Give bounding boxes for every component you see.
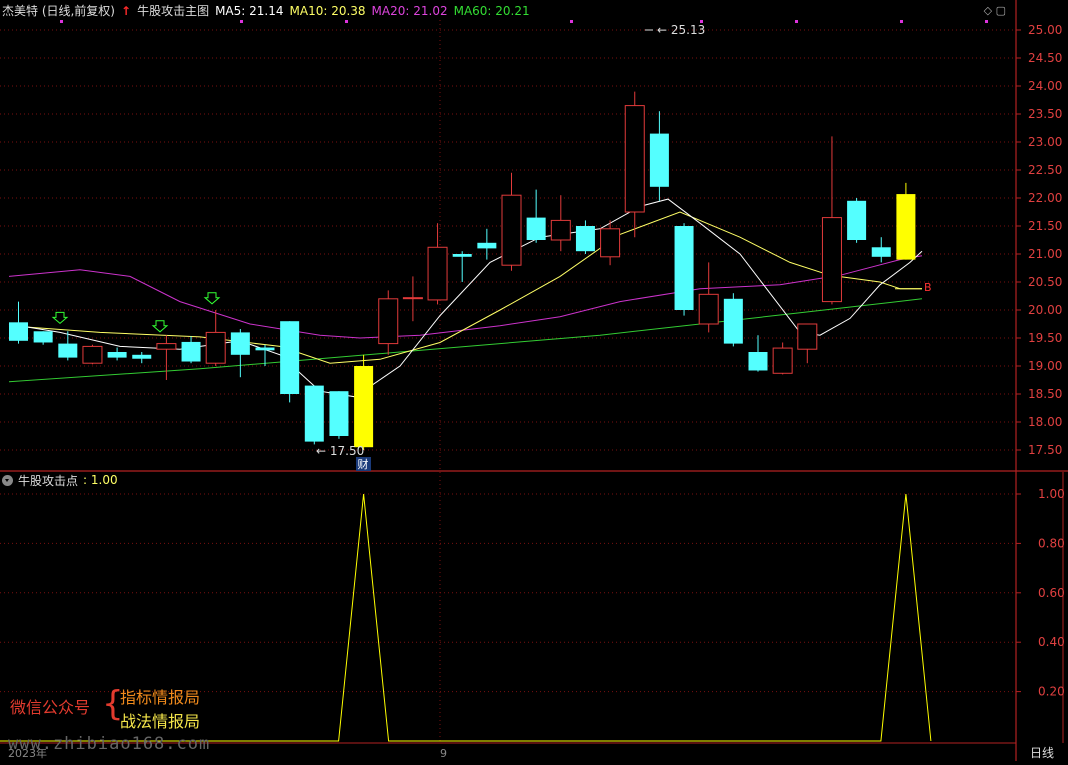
y-tick-label: 18.00 [1028, 415, 1062, 429]
ma20-value: MA20: 21.02 [371, 4, 448, 18]
y-tick-label: 21.50 [1028, 219, 1062, 233]
marker-dot [985, 20, 988, 23]
sub-y-tick-label: 0.40 [1038, 635, 1065, 649]
candle-body [624, 105, 645, 213]
indicator-name[interactable]: 牛股攻击主图 [137, 2, 209, 20]
candle-body [698, 293, 719, 325]
candle-body [58, 343, 78, 358]
candle-body [156, 343, 177, 350]
candle-body [896, 194, 916, 260]
candle-body [723, 298, 743, 344]
candle-body [871, 247, 891, 257]
y-tick-label: 20.00 [1028, 303, 1062, 317]
y-tick-label: 19.50 [1028, 331, 1062, 345]
watermark-left: 微信公众号 [10, 698, 91, 717]
y-tick-label: 24.50 [1028, 51, 1062, 65]
candle-body [402, 297, 423, 300]
candle-body [378, 298, 399, 345]
candle-body [107, 352, 127, 358]
buy-signal-label: B [924, 281, 932, 294]
up-arrow-icon: ↑ [121, 4, 132, 18]
period-label: 日线 [1030, 746, 1054, 760]
kline-chart[interactable]: 25.00 24.50 24.00 23.50 23.00 22.50 22.00 21.50… [0, 0, 1068, 761]
candle-body [600, 228, 621, 258]
down-arrow-icon [151, 320, 169, 333]
candle-body [748, 352, 768, 371]
candle-body [427, 246, 448, 301]
candle-body [575, 226, 595, 252]
y-tick-label: 22.00 [1028, 191, 1062, 205]
candle-body [280, 321, 300, 394]
chart-stage[interactable]: 25.00 24.50 24.00 23.50 23.00 22.50 22.00 21.50… [0, 0, 1068, 761]
candle-body [477, 242, 497, 249]
candle-body [501, 194, 522, 266]
candle-body [821, 217, 842, 303]
y-tick-label: 21.00 [1028, 247, 1062, 261]
candle-body [649, 133, 669, 187]
sub-header: 牛股攻击点 : 1.00 [2, 472, 118, 488]
marker-dot [240, 20, 243, 23]
candle-body [181, 341, 201, 362]
watermark-site: www.zhibiao168.com [8, 734, 211, 754]
marker-dot [795, 20, 798, 23]
ma10-line [8, 211, 922, 364]
stock-title[interactable]: 杰美特 (日线,前复权) [2, 2, 115, 20]
candle-body [304, 385, 324, 442]
sub-y-tick-label: 0.20 [1038, 685, 1065, 699]
y-tick-label: 23.50 [1028, 107, 1062, 121]
sub-y-tick-label: 0.80 [1038, 536, 1065, 550]
candle-body [9, 322, 28, 341]
candle-body [354, 366, 374, 448]
low-label: ← 17.50 [316, 444, 364, 458]
ma20-line [8, 255, 923, 339]
sub-indicator-name[interactable]: 牛股攻击点 [18, 472, 78, 489]
marker-dot [60, 20, 63, 23]
candle-body [550, 219, 571, 241]
watermark-line1: 指标情报局 [120, 688, 201, 707]
candle-body [255, 347, 275, 351]
main-header: 杰美特 (日线,前复权) ↑ 牛股攻击主图 MA5: 21.14 MA10: 2… [2, 2, 530, 20]
candle-body [797, 323, 818, 350]
down-arrow-icon [51, 311, 69, 325]
sub-indicator-value: : 1.00 [83, 473, 118, 487]
candle-body [33, 331, 53, 343]
marker-dot [900, 20, 903, 23]
y-tick-label: 20.50 [1028, 275, 1062, 289]
high-label: ← 25.13 [657, 23, 705, 37]
y-tick-label: 24.00 [1028, 79, 1062, 93]
candle-body [674, 226, 694, 310]
candle-body [132, 354, 152, 359]
candle-body [205, 331, 226, 364]
x-label-month: 9 [440, 747, 447, 760]
y-tick-label: 19.00 [1028, 359, 1062, 373]
ma60-value: MA60: 20.21 [453, 4, 530, 18]
ma5-value: MA5: 21.14 [215, 4, 284, 18]
marker-dot [345, 20, 348, 23]
ma10-value: MA10: 20.38 [289, 4, 366, 18]
marker-dot [570, 20, 573, 23]
y-tick-label: 22.50 [1028, 163, 1062, 177]
y-tick-label: 17.50 [1028, 443, 1062, 457]
sub-y-tick-label: 1.00 [1038, 487, 1065, 501]
diamond-icon[interactable]: ◇ [984, 4, 992, 17]
sub-y-tick-label: 0.60 [1038, 586, 1065, 600]
candle-body [847, 200, 867, 240]
candle-body [230, 332, 250, 355]
candle-body [329, 391, 349, 436]
window-controls[interactable]: ◇ ▢ [984, 4, 1006, 17]
window-icon[interactable]: ▢ [996, 4, 1006, 17]
dropdown-icon[interactable] [2, 474, 13, 486]
candle-body [452, 254, 472, 257]
watermark-line2: 战法情报局 [120, 712, 201, 731]
candle-body [526, 217, 546, 240]
y-tick-label: 18.50 [1028, 387, 1062, 401]
candle-body [82, 345, 103, 364]
candle-body [772, 347, 793, 374]
y-tick-label: 23.00 [1028, 135, 1062, 149]
y-tick-label: 25.00 [1028, 23, 1062, 37]
fin-badge-label: 财 [358, 457, 369, 471]
down-arrow-icon [203, 292, 221, 305]
